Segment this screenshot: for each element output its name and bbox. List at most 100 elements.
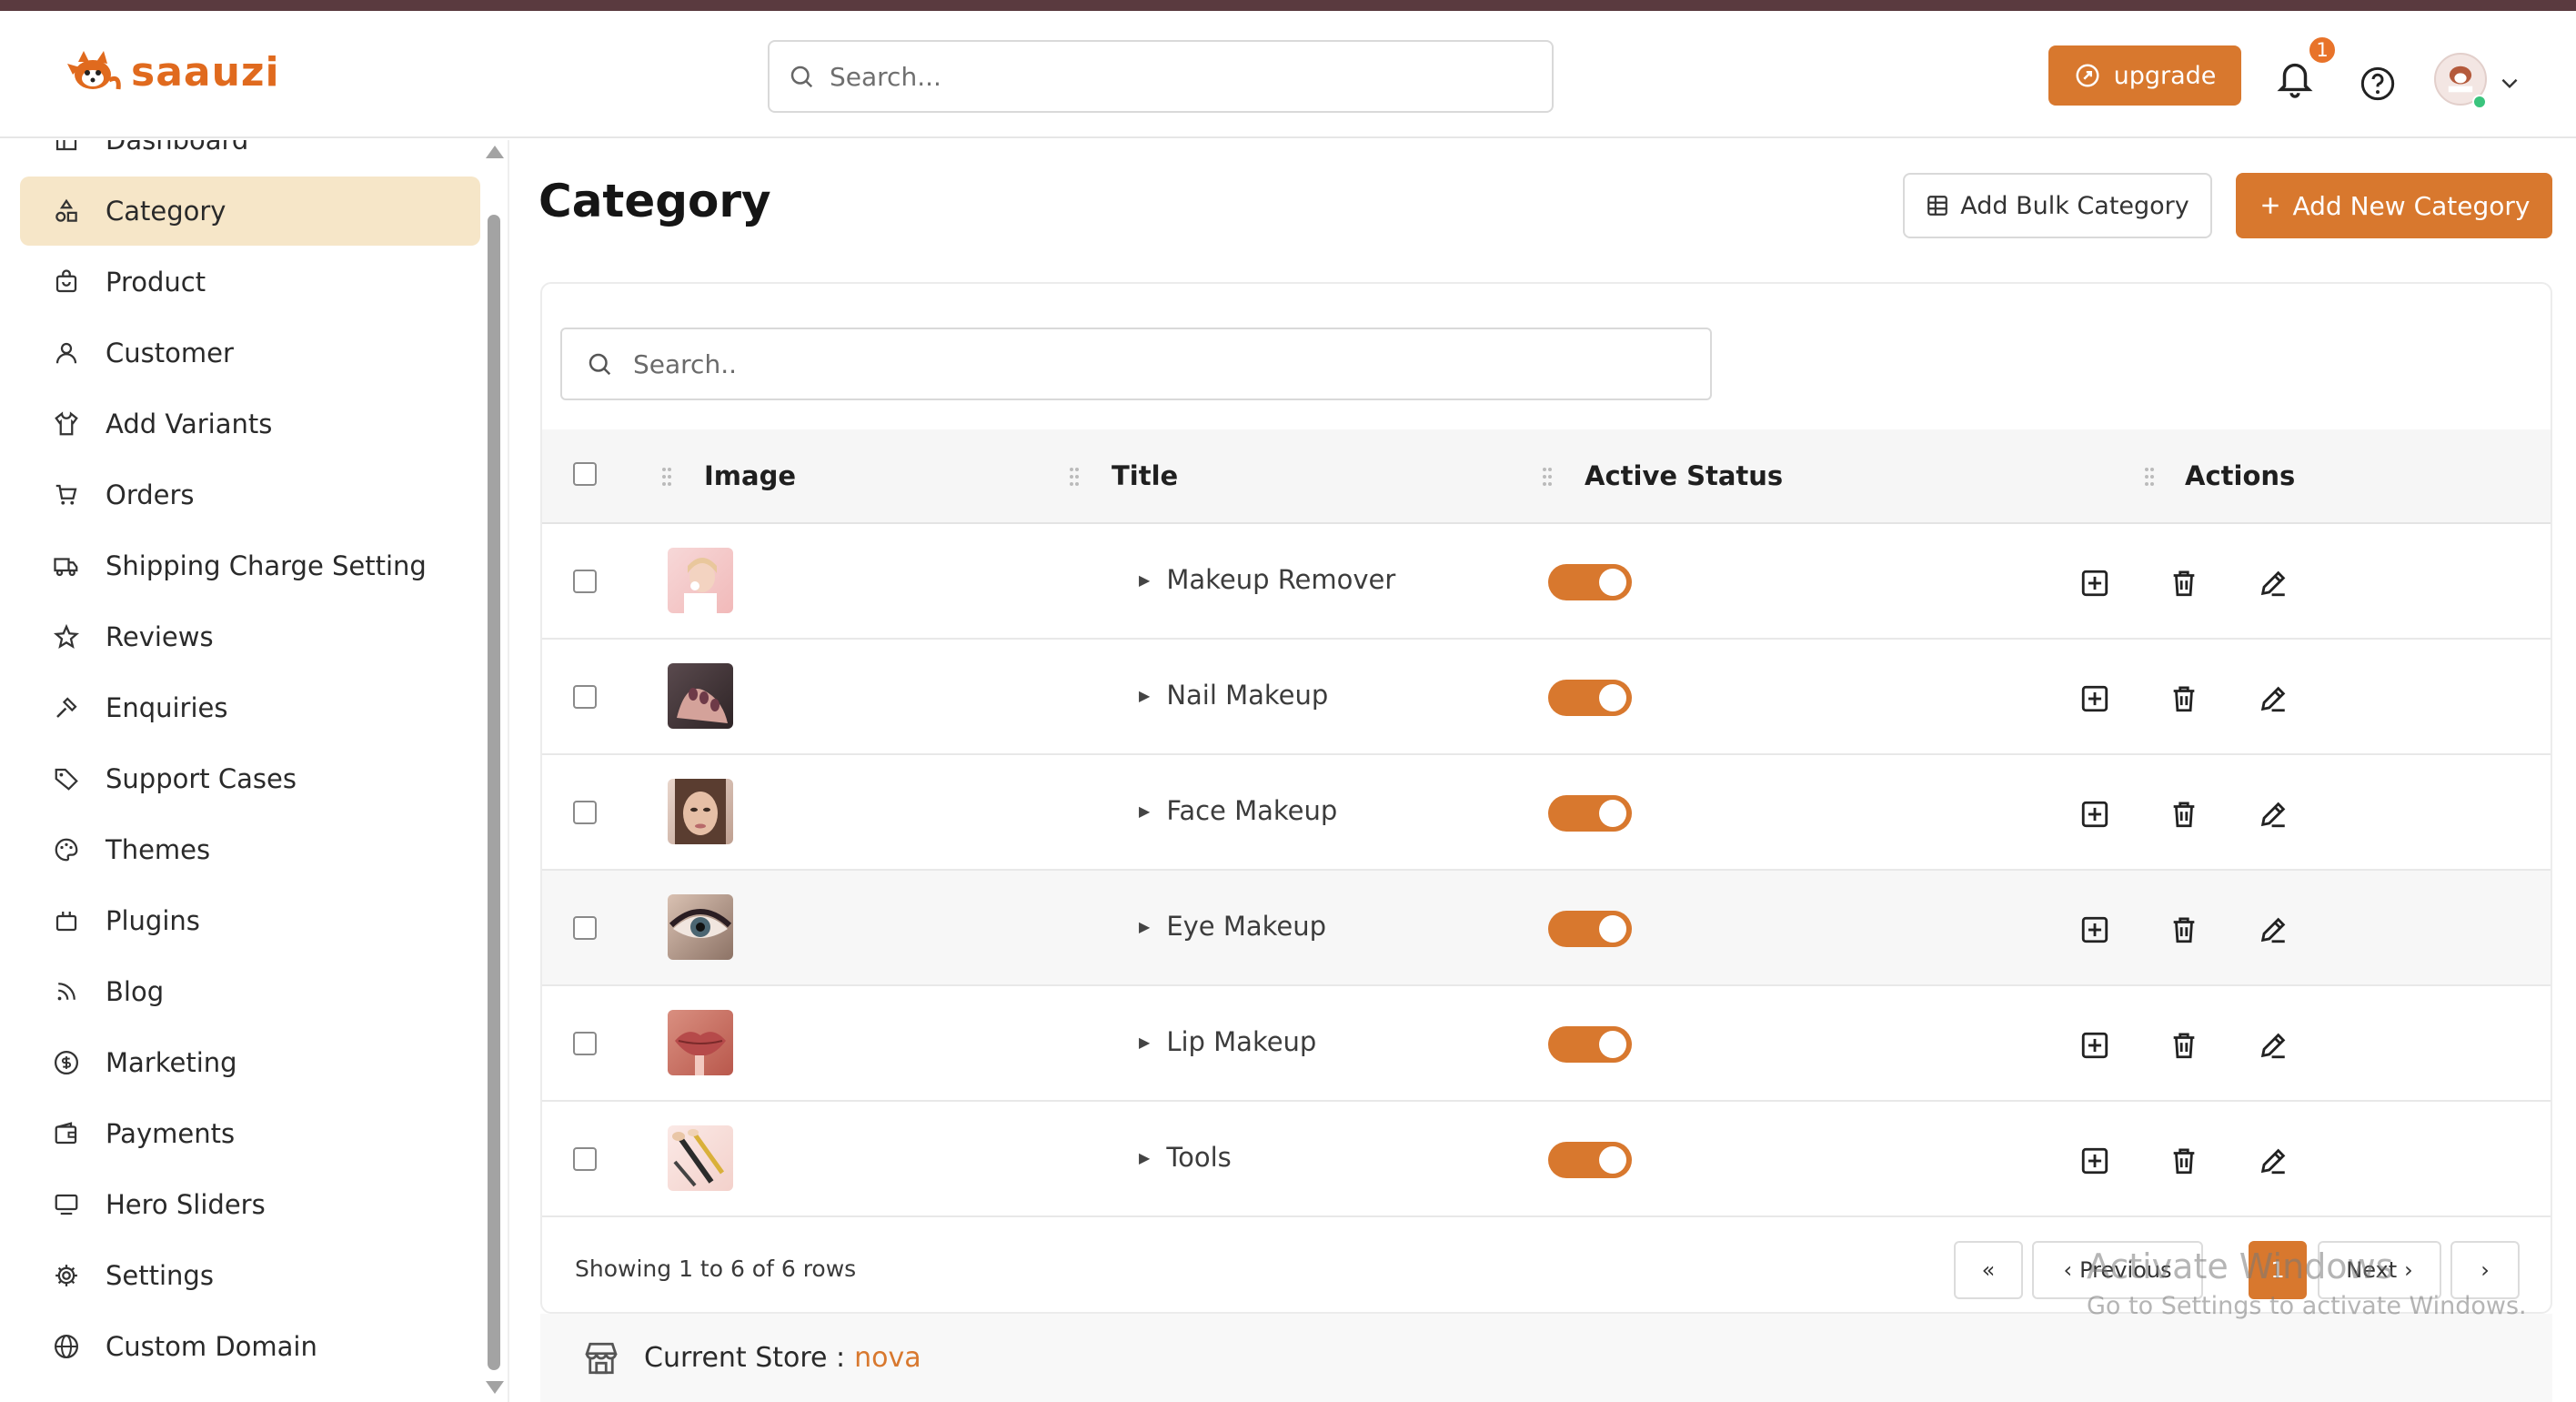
row-checkbox[interactable]: [573, 1032, 597, 1055]
edit-icon[interactable]: [2258, 1030, 2289, 1061]
drag-handle-icon[interactable]: [2143, 466, 2156, 488]
active-status-toggle[interactable]: [1548, 564, 1632, 600]
sidebar-item-support-cases[interactable]: Support Cases: [20, 744, 480, 813]
sidebar-item-category[interactable]: Category: [20, 177, 480, 246]
add-bulk-category-button[interactable]: Add Bulk Category: [1903, 173, 2212, 238]
delete-icon[interactable]: [2168, 799, 2199, 830]
edit-icon[interactable]: [2258, 799, 2289, 830]
sidebar-item-plugins[interactable]: Plugins: [20, 886, 480, 955]
row-checkbox[interactable]: [573, 916, 597, 940]
sidebar-item-themes[interactable]: Themes: [20, 815, 480, 884]
category-title[interactable]: ▶ Lip Makeup: [1139, 1026, 1316, 1057]
table-header: Image Title Active Status Actions: [542, 429, 2551, 524]
category-title[interactable]: ▶ Eye Makeup: [1139, 911, 1326, 942]
sidebar-item-label: Product: [106, 267, 206, 298]
expand-caret-icon[interactable]: ▶: [1139, 802, 1150, 820]
delete-icon[interactable]: [2168, 1030, 2199, 1061]
sidebar-item-hero-sliders[interactable]: Hero Sliders: [20, 1170, 480, 1239]
active-status-toggle[interactable]: [1548, 680, 1632, 716]
sidebar-item-customer[interactable]: Customer: [20, 318, 480, 388]
pagination-last-button[interactable]: ›: [2450, 1241, 2520, 1299]
help-icon[interactable]: [2360, 66, 2396, 102]
add-subcategory-icon[interactable]: [2079, 914, 2110, 945]
scroll-up-arrow[interactable]: [486, 146, 504, 158]
delete-icon[interactable]: [2168, 914, 2199, 945]
sidebar-item-marketing[interactable]: Marketing: [20, 1028, 480, 1097]
active-status-toggle[interactable]: [1548, 1026, 1632, 1063]
upgrade-button[interactable]: upgrade: [2048, 45, 2241, 106]
add-subcategory-icon[interactable]: [2079, 568, 2110, 599]
delete-icon[interactable]: [2168, 683, 2199, 714]
active-status-toggle[interactable]: [1548, 795, 1632, 832]
pagination-page-1[interactable]: 1: [2249, 1241, 2307, 1299]
category-title[interactable]: ▶ Makeup Remover: [1139, 564, 1395, 595]
active-status-toggle[interactable]: [1548, 1142, 1632, 1178]
expand-caret-icon[interactable]: ▶: [1139, 1034, 1150, 1051]
add-subcategory-icon[interactable]: [2079, 683, 2110, 714]
column-header-title[interactable]: Title: [1112, 460, 1178, 491]
row-checkbox[interactable]: [573, 801, 597, 824]
table-row[interactable]: ▶ Nail Makeup: [542, 640, 2551, 755]
table-row[interactable]: ▶ Makeup Remover: [542, 524, 2551, 640]
sidebar-item-add-variants[interactable]: Add Variants: [20, 389, 480, 459]
global-search[interactable]: [768, 40, 1554, 113]
table-row[interactable]: ▶ Eye Makeup: [542, 871, 2551, 986]
drag-handle-icon[interactable]: [1541, 466, 1554, 488]
sidebar-item-payments[interactable]: Payments: [20, 1099, 480, 1168]
sidebar-item-orders[interactable]: Orders: [20, 460, 480, 530]
edit-icon[interactable]: [2258, 914, 2289, 945]
sidebar-scrollbar[interactable]: [488, 215, 500, 1370]
expand-caret-icon[interactable]: ▶: [1139, 571, 1150, 589]
lip-makeup-image-icon: [675, 1032, 726, 1075]
brand-logo[interactable]: saauzi: [65, 47, 280, 96]
add-new-category-button[interactable]: Add New Category: [2236, 173, 2552, 238]
category-title[interactable]: ▶ Nail Makeup: [1139, 680, 1328, 711]
bell-icon[interactable]: [2274, 56, 2316, 98]
add-subcategory-icon[interactable]: [2079, 799, 2110, 830]
pagination-first-button[interactable]: «: [1954, 1241, 2023, 1299]
table-search[interactable]: [560, 328, 1712, 400]
add-subcategory-icon[interactable]: [2079, 1030, 2110, 1061]
edit-icon[interactable]: [2258, 568, 2289, 599]
table-search-input[interactable]: [633, 348, 1634, 379]
sidebar-item-enquiries[interactable]: Enquiries: [20, 673, 480, 742]
sidebar-item-product[interactable]: Product: [20, 247, 480, 317]
global-search-input[interactable]: [830, 61, 1521, 92]
drag-handle-icon[interactable]: [660, 466, 673, 488]
row-checkbox[interactable]: [573, 1147, 597, 1171]
category-thumbnail: [668, 548, 733, 613]
pagination-next-button[interactable]: Next ›: [2318, 1241, 2441, 1299]
current-store-name[interactable]: nova: [854, 1342, 921, 1374]
expand-caret-icon[interactable]: ▶: [1139, 687, 1150, 704]
table-row[interactable]: ▶ Face Makeup: [542, 755, 2551, 871]
row-checkbox[interactable]: [573, 570, 597, 593]
active-status-toggle[interactable]: [1548, 911, 1632, 947]
select-all-checkbox[interactable]: [573, 462, 597, 486]
sidebar-item-settings[interactable]: Settings: [20, 1241, 480, 1310]
edit-icon[interactable]: [2258, 683, 2289, 714]
row-checkbox[interactable]: [573, 685, 597, 709]
category-title[interactable]: ▶ Face Makeup: [1139, 795, 1337, 826]
edit-icon[interactable]: [2258, 1145, 2289, 1176]
sidebar-item-label: Payments: [106, 1118, 236, 1149]
expand-caret-icon[interactable]: ▶: [1139, 918, 1150, 935]
column-header-active-status[interactable]: Active Status: [1585, 460, 1783, 491]
delete-icon[interactable]: [2168, 1145, 2199, 1176]
drag-handle-icon[interactable]: [1068, 466, 1081, 488]
table-row[interactable]: ▶ Tools: [542, 1102, 2551, 1217]
column-header-image[interactable]: Image: [704, 460, 796, 491]
add-subcategory-icon[interactable]: [2079, 1145, 2110, 1176]
scroll-down-arrow[interactable]: [486, 1381, 504, 1394]
online-status-dot: [2472, 95, 2487, 109]
sidebar-item-reviews[interactable]: Reviews: [20, 602, 480, 671]
chevron-down-icon[interactable]: [2498, 71, 2521, 95]
table-row[interactable]: ▶ Lip Makeup: [542, 986, 2551, 1102]
sidebar-item-shipping[interactable]: Shipping Charge Setting: [20, 531, 480, 600]
sidebar-item-blog[interactable]: Blog: [20, 957, 480, 1026]
pagination-previous-button[interactable]: ‹ Previous: [2032, 1241, 2203, 1299]
sidebar-item-dashboard[interactable]: Dashboard: [20, 140, 480, 175]
delete-icon[interactable]: [2168, 568, 2199, 599]
category-title[interactable]: ▶ Tools: [1139, 1142, 1232, 1173]
sidebar-item-custom-domain[interactable]: Custom Domain: [20, 1312, 480, 1381]
expand-caret-icon[interactable]: ▶: [1139, 1149, 1150, 1166]
